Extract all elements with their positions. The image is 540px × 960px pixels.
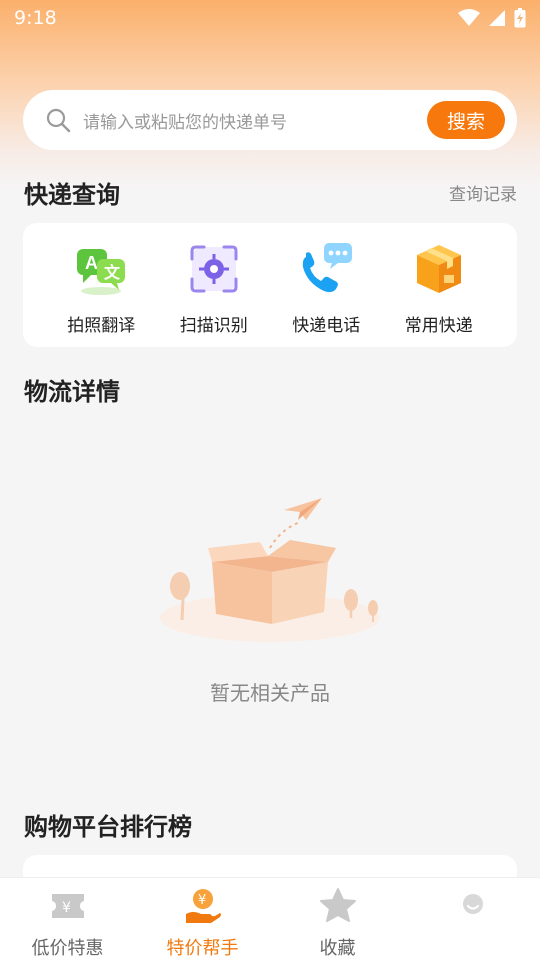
search-icon [46, 108, 71, 133]
tab-profile[interactable] [405, 878, 540, 960]
package-box-icon [416, 245, 461, 293]
query-history-link[interactable]: 查询记录 [449, 180, 517, 205]
tool-scan[interactable]: 扫描识别 [164, 241, 264, 336]
empty-state-text: 暂无相关产品 [210, 681, 330, 705]
logistics-title: 物流详情 [24, 378, 120, 406]
express-query-title: 快递查询 [24, 181, 120, 209]
tab-label: 收藏 [319, 938, 356, 959]
tool-express-phone[interactable]: 快递电话 [276, 241, 376, 336]
svg-text:A: A [85, 253, 98, 273]
profile-icon [462, 894, 483, 914]
svg-text:¥: ¥ [198, 893, 206, 908]
star-icon [319, 888, 356, 922]
svg-text:¥: ¥ [62, 900, 71, 916]
empty-box-illustration [160, 498, 380, 642]
tab-bargain-helper[interactable]: ¥ 特价帮手 [135, 878, 270, 960]
search-input[interactable]: 请输入或粘贴您的快递单号 [83, 108, 427, 133]
tool-label: 拍照翻译 [67, 316, 136, 336]
scan-icon [190, 245, 238, 293]
status-time: 9:18 [14, 7, 57, 29]
bottom-tab-bar: ¥ 低价特惠 ¥ 特价帮手 收藏 [0, 878, 540, 960]
svg-text:文: 文 [104, 263, 121, 282]
signal-icon [489, 10, 505, 26]
tool-photo-translate[interactable]: A 文 拍照翻译 [51, 241, 151, 336]
money-hand-icon: ¥ [185, 889, 221, 923]
tool-label: 快递电话 [292, 316, 361, 336]
status-icons [458, 8, 526, 28]
tool-common-express[interactable]: 常用快递 [389, 241, 489, 336]
tab-low-price-deals[interactable]: ¥ 低价特惠 [0, 878, 135, 960]
tab-label: 低价特惠 [31, 938, 104, 959]
photo-translate-icon: A 文 [77, 249, 126, 295]
tab-label: 特价帮手 [166, 938, 239, 959]
tab-favorites[interactable]: 收藏 [270, 878, 405, 960]
search-button[interactable]: 搜索 [427, 101, 505, 139]
search-bar[interactable]: 请输入或粘贴您的快递单号 搜索 [23, 90, 517, 150]
ranking-title: 购物平台排行榜 [24, 813, 192, 841]
tool-label: 常用快递 [404, 316, 473, 336]
tool-label: 扫描识别 [179, 316, 248, 336]
battery-icon [514, 8, 526, 28]
coupon-icon: ¥ [51, 894, 84, 918]
express-tools-card: A 文 拍照翻译 扫描识别 快递电话 常用快递 [23, 223, 517, 347]
wifi-icon [458, 9, 480, 26]
phone-icon [303, 243, 353, 293]
status-bar: 9:18 [0, 0, 540, 36]
